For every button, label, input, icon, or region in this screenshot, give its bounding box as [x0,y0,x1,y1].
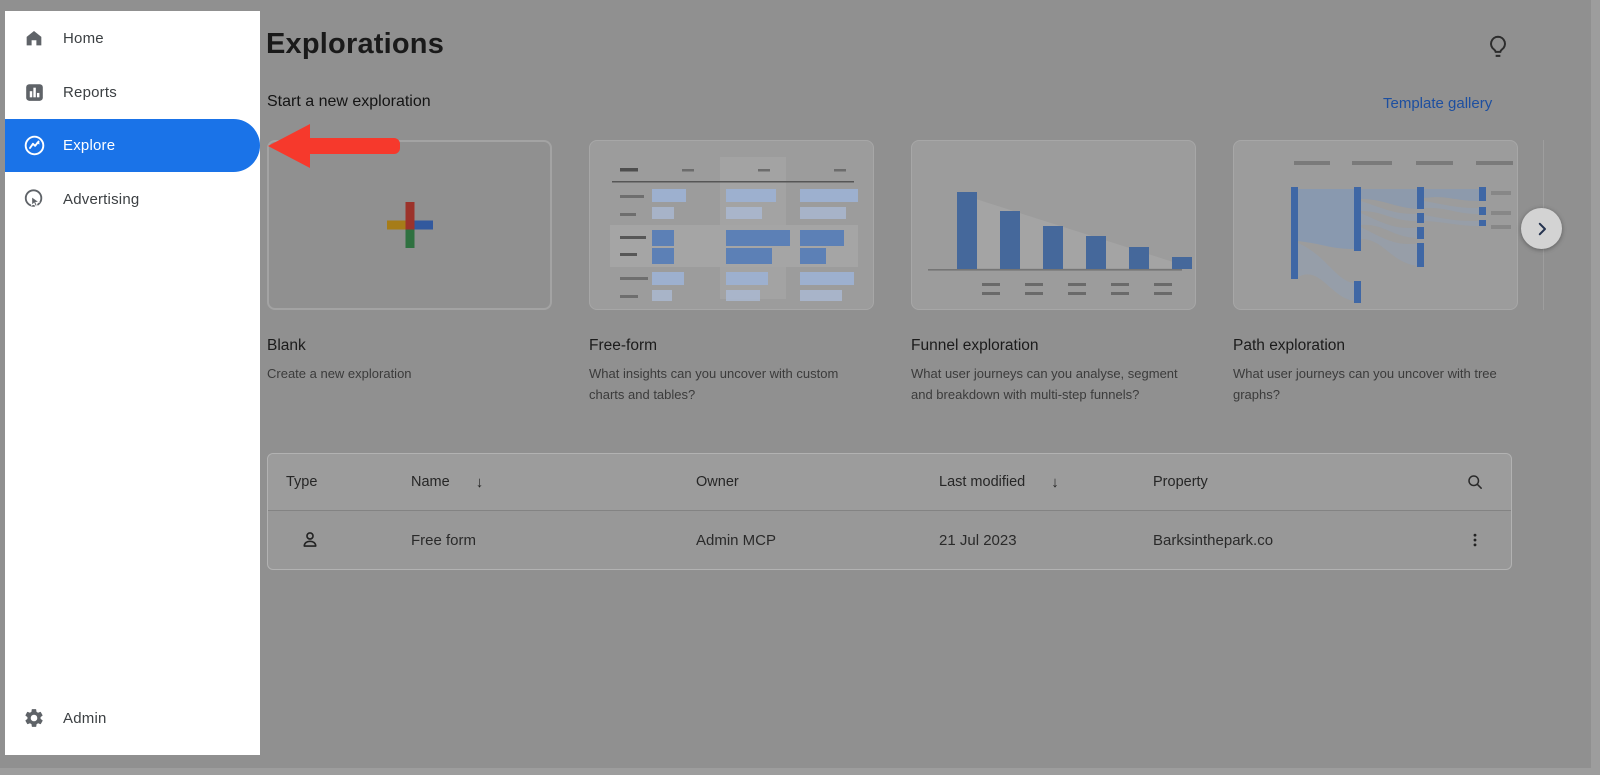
explore-compass-icon [22,134,46,158]
red-arrow-annotation [266,121,402,171]
section-heading: Start a new exploration [267,93,431,111]
template-card-path[interactable]: Path exploration What user journeys can … [1233,140,1518,405]
page-title: Explorations [266,28,444,61]
template-description: What user journeys can you uncover with … [1233,364,1518,405]
chevron-right-icon [1533,220,1551,238]
table-row-free-form[interactable]: Free form Admin MCP 21 Jul 2023 Barksint… [268,511,1511,569]
column-header-name[interactable]: Name ↓ [411,474,696,491]
template-card-free-form[interactable]: Free-form What insights can you uncover … [589,140,874,405]
sidebar-item-reports[interactable]: Reports [5,65,260,119]
sidebar-item-label: Admin [63,710,107,727]
funnel-chart-thumbnail [911,140,1196,310]
sidebar-item-advertising[interactable]: Advertising [5,172,260,226]
sidebar-item-admin[interactable]: Admin [5,691,260,745]
row-owner: Admin MCP [696,532,939,549]
column-header-property[interactable]: Property [1153,474,1453,490]
template-gallery-link[interactable]: Template gallery [1383,95,1492,112]
analytics-explorations-screen: Home Reports Explore [0,0,1600,775]
row-actions-button[interactable] [1453,531,1497,549]
column-header-last-modified[interactable]: Last modified ↓ [939,474,1153,491]
freeform-table-thumbnail [589,140,874,310]
sort-desc-icon[interactable]: ↓ [476,474,484,491]
sidebar-item-label: Explore [63,137,115,154]
table-header-row: Type Name ↓ Owner Last modified ↓ Proper… [268,454,1511,511]
column-label: Owner [696,474,739,490]
carousel-next-button[interactable] [1521,208,1562,249]
template-description: What insights can you uncover with custo… [589,364,874,405]
row-last-modified: 21 Jul 2023 [939,532,1153,549]
template-name: Blank [267,337,552,355]
sidebar-item-home[interactable]: Home [5,11,260,65]
row-property: Barksinthepark.co [1153,532,1453,549]
lightbulb-icon[interactable] [1484,33,1512,61]
sidebar-item-label: Advertising [63,191,139,208]
template-name: Funnel exploration [911,337,1196,355]
template-cards-row: Blank Create a new exploration [267,140,1527,405]
row-name: Free form [411,532,696,549]
bar-chart-icon [22,80,46,104]
person-icon [299,529,321,551]
column-label: Name [411,474,450,490]
sidebar-item-label: Reports [63,84,117,101]
google-plus-icon [386,201,434,249]
gear-icon [22,706,46,730]
sidebar-item-label: Home [63,30,104,47]
sort-desc-icon[interactable]: ↓ [1051,474,1059,491]
table-search-button[interactable] [1453,472,1497,492]
template-name: Path exploration [1233,337,1518,355]
screen-edge [0,768,1600,775]
column-header-type[interactable]: Type [286,474,411,490]
template-card-funnel[interactable]: Funnel exploration What user journeys ca… [911,140,1196,405]
template-description: What user journeys can you analyse, segm… [911,364,1196,405]
template-description: Create a new exploration [267,364,552,385]
screen-edge [1591,0,1600,775]
explorations-table: Type Name ↓ Owner Last modified ↓ Proper… [267,453,1512,570]
row-type-cell [299,529,411,551]
sankey-thumbnail [1233,140,1518,310]
column-label: Last modified [939,474,1025,490]
template-card-blank[interactable]: Blank Create a new exploration [267,140,552,405]
column-label: Property [1153,474,1208,490]
search-icon [1465,472,1485,492]
advertising-target-icon [22,187,46,211]
sidebar-nav: Home Reports Explore [5,11,260,755]
column-label: Type [286,474,317,490]
kebab-menu-icon [1466,531,1484,549]
home-icon [22,26,46,50]
column-header-owner[interactable]: Owner [696,474,939,490]
template-name: Free-form [589,337,874,355]
sidebar-item-explore[interactable]: Explore [5,119,260,172]
